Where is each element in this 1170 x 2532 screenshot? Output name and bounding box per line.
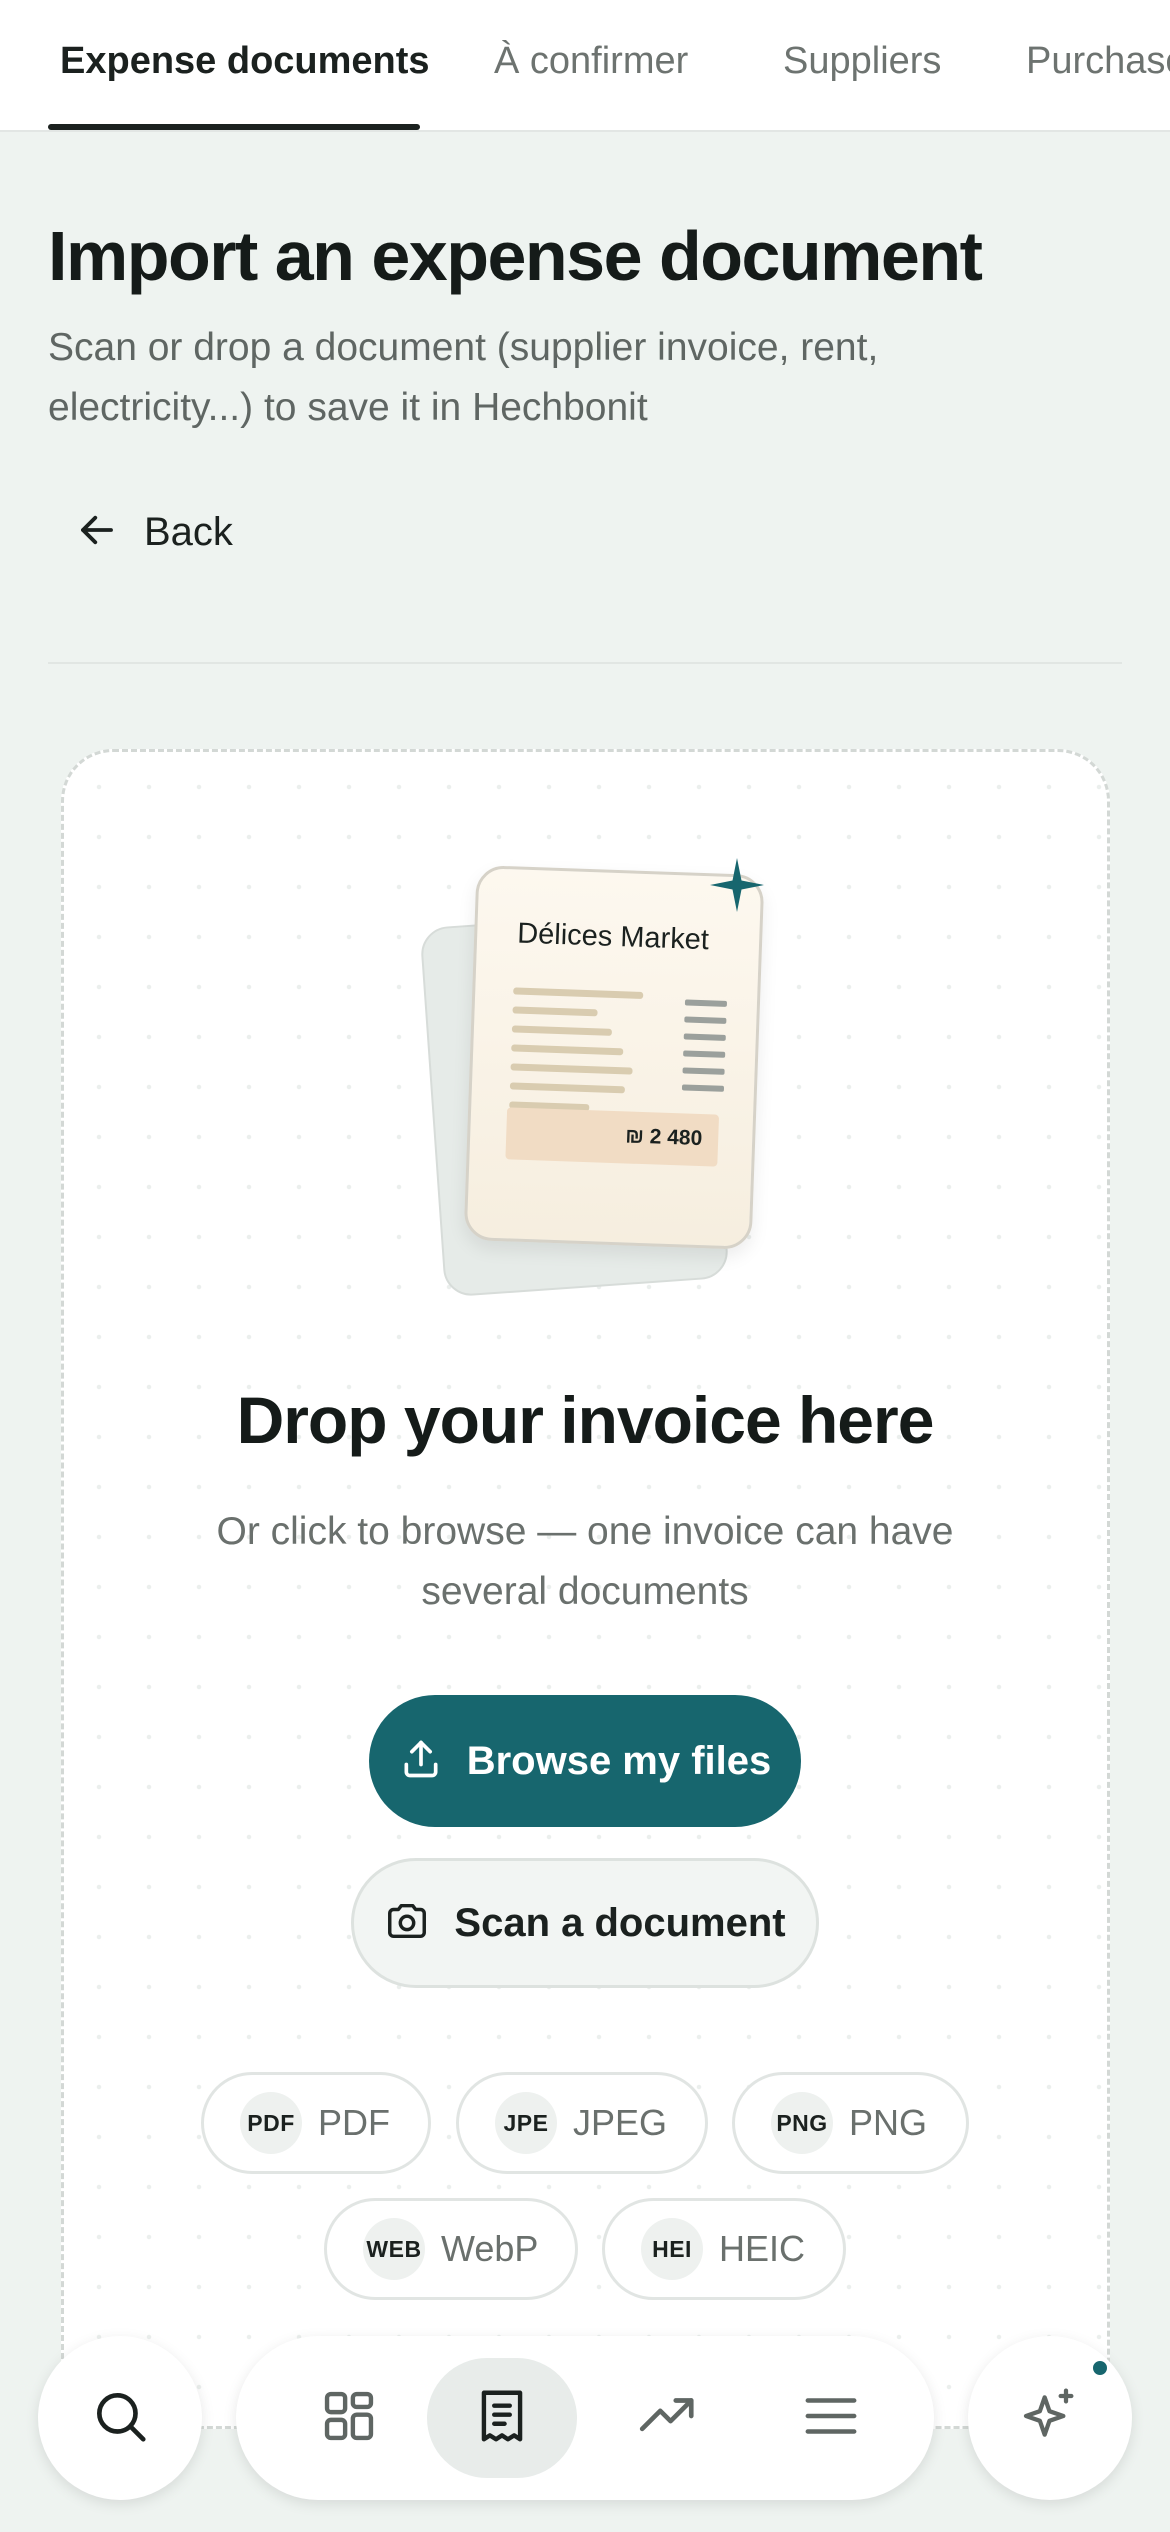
- arrow-left-icon: [76, 509, 118, 556]
- nav-search-button[interactable]: [38, 2336, 202, 2500]
- format-chip-png: PNG PNG: [732, 2072, 969, 2174]
- format-badge: WEB: [363, 2218, 425, 2280]
- format-chip-webp: WEB WebP: [324, 2198, 578, 2300]
- page-subtitle: Scan or drop a document (supplier invoic…: [48, 326, 879, 429]
- nav-expenses[interactable]: [427, 2358, 577, 2478]
- sparkle-ai-icon: [1018, 2384, 1082, 2453]
- invoice-figure-lines: [681, 999, 728, 1102]
- tab-suppliers[interactable]: Suppliers: [783, 40, 941, 83]
- receipt-icon: [471, 2385, 533, 2452]
- browse-files-label: Browse my files: [466, 1738, 772, 1783]
- page-title: Import an expense document: [48, 217, 983, 295]
- notification-dot: [1090, 2358, 1110, 2378]
- dropzone-title: Drop your invoice here: [236, 1383, 935, 1457]
- format-chip-jpeg: JPE JPEG: [456, 2072, 708, 2174]
- format-chip-heic: HEI HEIC: [602, 2198, 846, 2300]
- invoice-total-row: ₪ 2 480: [505, 1107, 720, 1167]
- format-badge: HEI: [641, 2218, 703, 2280]
- tab-purchase[interactable]: Purchase: [1026, 40, 1170, 83]
- search-icon: [89, 2385, 151, 2452]
- format-chip-pdf: PDF PDF: [201, 2072, 431, 2174]
- bottom-nav-bar: [236, 2336, 934, 2500]
- back-label: Back: [144, 509, 233, 554]
- back-button[interactable]: Back: [76, 500, 233, 564]
- format-label: PNG: [849, 2102, 928, 2143]
- menu-icon: [800, 2385, 862, 2452]
- sparkle-icon: [710, 858, 764, 912]
- nav-menu[interactable]: [756, 2358, 906, 2478]
- nav-reports[interactable]: [593, 2358, 743, 2478]
- invoice-vendor-name: Délices Market: [516, 917, 710, 957]
- dashboard-grid-icon: [318, 2385, 380, 2452]
- dropzone-subtitle: Or click to browse — one invoice can hav…: [216, 1510, 954, 1613]
- nav-dashboard[interactable]: [274, 2358, 424, 2478]
- divider: [48, 662, 1122, 664]
- scan-document-button[interactable]: Scan a document: [351, 1858, 819, 1988]
- invoice-document-icon: Délices Market ₪ 2 480: [463, 865, 765, 1250]
- format-badge: JPE: [495, 2092, 557, 2154]
- tab-expense-documents[interactable]: Expense documents: [60, 40, 430, 83]
- format-label: HEIC: [719, 2228, 806, 2269]
- format-label: JPEG: [573, 2102, 668, 2143]
- format-badge: PDF: [240, 2092, 302, 2154]
- invoice-illustration: Délices Market ₪ 2 480: [419, 858, 780, 1298]
- trending-up-icon: [637, 2385, 699, 2452]
- format-label: WebP: [441, 2228, 539, 2269]
- active-tab-indicator: [48, 124, 420, 130]
- top-tab-bar: Expense documents À confirmer Suppliers …: [0, 0, 1170, 132]
- upload-icon: [399, 1737, 443, 1786]
- camera-icon: [384, 1898, 430, 1949]
- format-label: PDF: [318, 2102, 390, 2143]
- invoice-amount: ₪ 2 480: [624, 1124, 703, 1151]
- tab-a-confirmer[interactable]: À confirmer: [494, 40, 688, 83]
- format-badge: PNG: [771, 2092, 833, 2154]
- invoice-text-lines: [509, 987, 644, 1124]
- scan-document-label: Scan a document: [454, 1900, 786, 1945]
- browse-files-button[interactable]: Browse my files: [369, 1695, 801, 1827]
